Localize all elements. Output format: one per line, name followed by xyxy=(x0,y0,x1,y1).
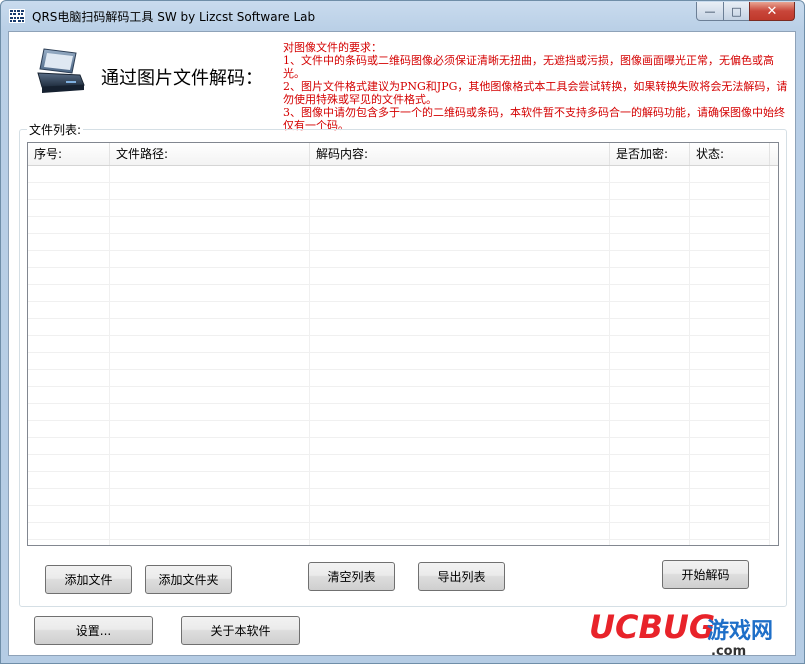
close-icon: ✕ xyxy=(766,3,778,19)
requirements-text: 对图像文件的要求： 1、文件中的条码或二维码图像必须保证清晰无扭曲，无遮挡或污损… xyxy=(283,41,791,132)
table-row[interactable] xyxy=(28,251,770,268)
watermark-suffix: 游戏网 xyxy=(707,618,773,644)
table-row[interactable] xyxy=(28,268,770,285)
column-divider xyxy=(769,166,770,545)
main-panel: 通过图片文件解码： 对图像文件的要求： 1、文件中的条码或二维码图像必须保证清晰… xyxy=(8,31,796,656)
list-header: 序号: 文件路径: 解码内容: 是否加密: 状态: xyxy=(28,143,778,166)
minimize-icon: — xyxy=(704,4,716,18)
clear-list-button[interactable]: 清空列表 xyxy=(308,562,395,591)
add-file-button[interactable]: 添加文件 xyxy=(45,565,132,594)
table-row[interactable] xyxy=(28,438,770,455)
file-list-label: 文件列表: xyxy=(27,121,84,138)
maximize-button[interactable]: □ xyxy=(723,2,750,21)
table-row[interactable] xyxy=(28,353,770,370)
table-row[interactable] xyxy=(28,319,770,336)
requirements-title: 对图像文件的要求： xyxy=(283,41,382,54)
table-row[interactable] xyxy=(28,489,770,506)
table-row[interactable] xyxy=(28,285,770,302)
app-window: QRS电脑扫码解码工具 SW by Lizcst Software Lab — … xyxy=(0,0,805,664)
window-title: QRS电脑扫码解码工具 SW by Lizcst Software Lab xyxy=(32,10,316,24)
about-button[interactable]: 关于本软件 xyxy=(181,616,300,645)
title-bar[interactable]: QRS电脑扫码解码工具 SW by Lizcst Software Lab — … xyxy=(1,1,804,31)
table-row[interactable] xyxy=(28,455,770,472)
table-row[interactable] xyxy=(28,217,770,234)
column-header-path[interactable]: 文件路径: xyxy=(110,143,310,165)
column-divider xyxy=(609,166,610,545)
start-decode-button[interactable]: 开始解码 xyxy=(662,560,749,589)
table-row[interactable] xyxy=(28,506,770,523)
file-list-view[interactable]: 序号: 文件路径: 解码内容: 是否加密: 状态: xyxy=(27,142,779,546)
watermark-domain: .com xyxy=(711,644,746,658)
list-rows xyxy=(28,166,770,540)
table-row[interactable] xyxy=(28,387,770,404)
table-row[interactable] xyxy=(28,183,770,200)
table-row[interactable] xyxy=(28,302,770,319)
column-header-filler xyxy=(770,143,778,165)
table-row[interactable] xyxy=(28,336,770,353)
requirement-line-2: 2、图片文件格式建议为PNG和JPG，其他图像格式本工具会尝试转换，如果转换失败… xyxy=(283,80,788,106)
export-list-button[interactable]: 导出列表 xyxy=(418,562,505,591)
scanner-icon xyxy=(36,47,86,95)
column-header-encrypted[interactable]: 是否加密: xyxy=(610,143,690,165)
minimize-button[interactable]: — xyxy=(696,2,724,21)
column-header-index[interactable]: 序号: xyxy=(28,143,110,165)
watermark-logo: UCBUG 游戏网 .com xyxy=(587,606,797,659)
table-row[interactable] xyxy=(28,421,770,438)
column-divider xyxy=(689,166,690,545)
column-divider xyxy=(109,166,110,545)
close-button[interactable]: ✕ xyxy=(749,2,795,21)
settings-button[interactable]: 设置... xyxy=(34,616,153,645)
table-row[interactable] xyxy=(28,166,770,183)
table-row[interactable] xyxy=(28,523,770,540)
column-header-content[interactable]: 解码内容: xyxy=(310,143,610,165)
maximize-icon: □ xyxy=(731,4,742,18)
table-row[interactable] xyxy=(28,370,770,387)
table-row[interactable] xyxy=(28,234,770,251)
page-title: 通过图片文件解码： xyxy=(101,68,263,89)
table-row[interactable] xyxy=(28,200,770,217)
requirement-line-1: 1、文件中的条码或二维码图像必须保证清晰无扭曲，无遮挡或污损，图像画面曝光正常，… xyxy=(283,54,774,80)
table-row[interactable] xyxy=(28,472,770,489)
table-row[interactable] xyxy=(28,404,770,421)
watermark-brand: UCBUG xyxy=(589,608,715,646)
app-icon xyxy=(9,8,25,24)
add-folder-button[interactable]: 添加文件夹 xyxy=(145,565,232,594)
column-divider xyxy=(309,166,310,545)
column-header-status[interactable]: 状态: xyxy=(690,143,770,165)
